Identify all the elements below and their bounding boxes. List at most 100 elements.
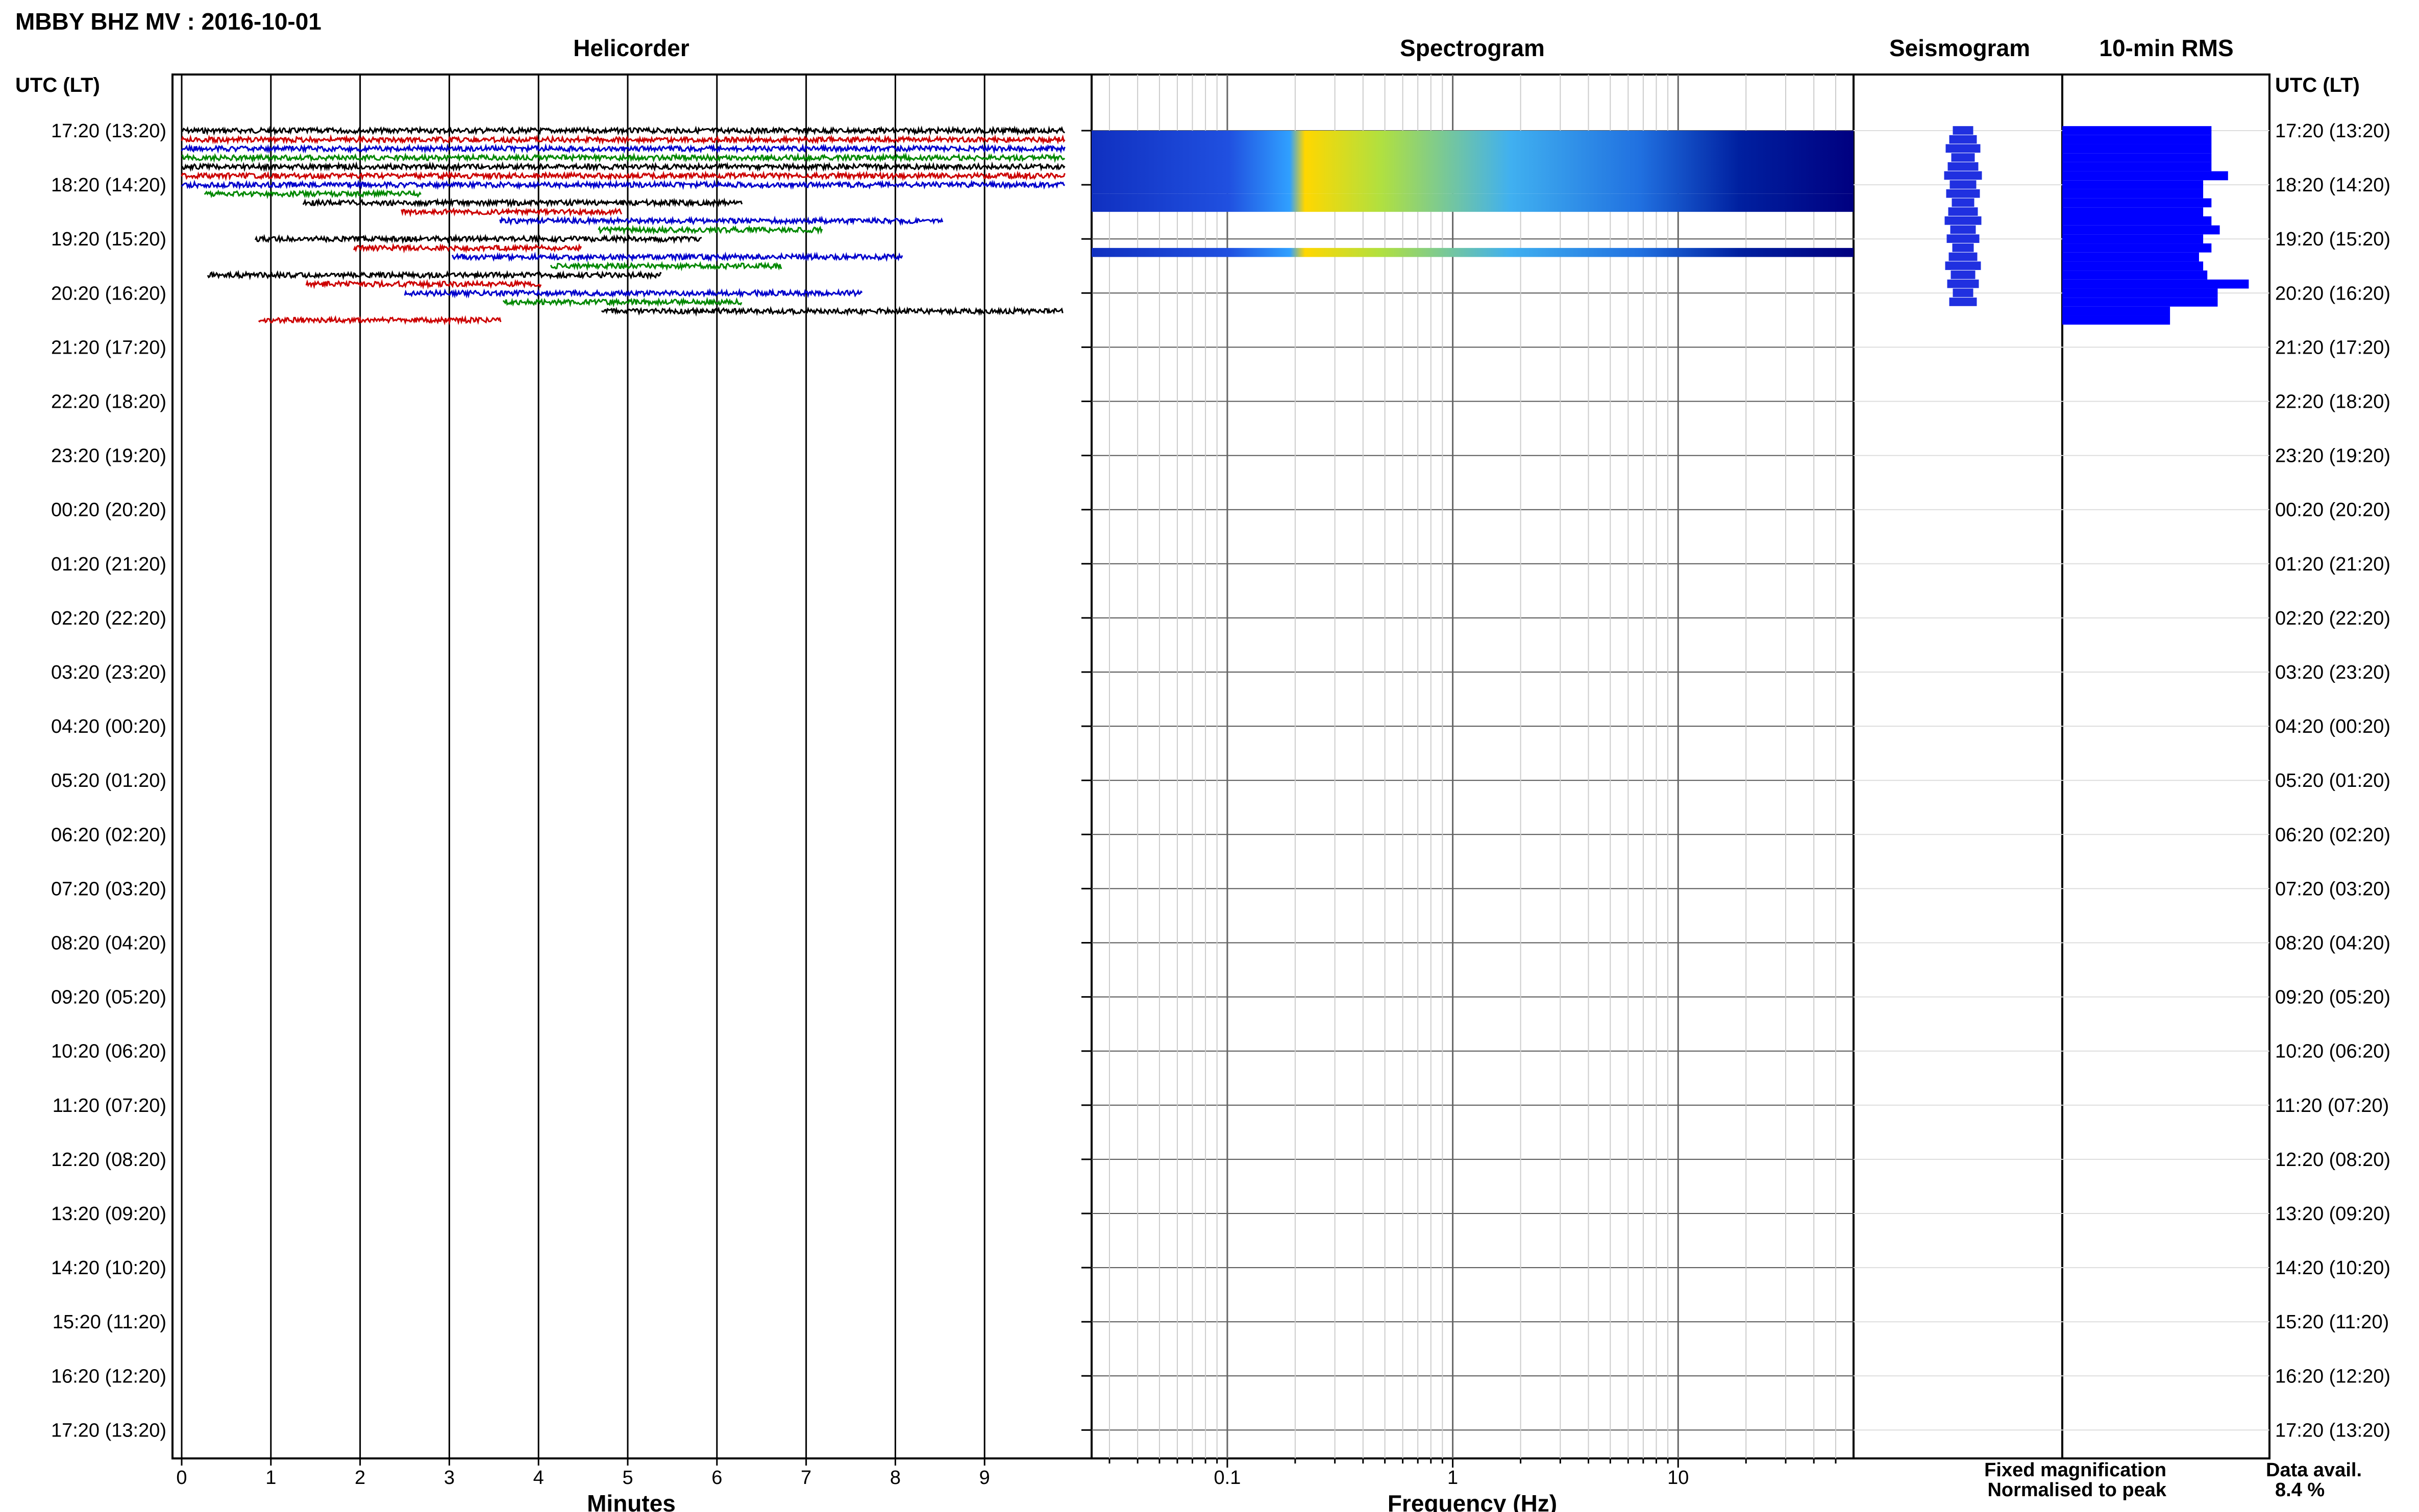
rms-bar: [2062, 252, 2199, 262]
time-label-left: 02:20 (22:20): [51, 608, 166, 629]
seismogram-segment: [1950, 225, 1976, 234]
time-label-left: 22:20 (18:20): [51, 391, 166, 413]
minute-tick-label: 7: [801, 1467, 811, 1489]
rms-bar: [2062, 315, 2170, 325]
time-label-left: 14:20 (10:20): [51, 1257, 166, 1279]
helicorder-trace-row: [181, 143, 1066, 155]
time-label-left: 17:20 (13:20): [51, 120, 166, 142]
helicorder-trace-row: [401, 207, 623, 217]
helicorder-trace-row: [598, 225, 823, 235]
seismogram-segment: [1947, 162, 1979, 171]
helicorder-trace-row: [181, 161, 1066, 172]
time-label-right: 05:20 (01:20): [2275, 770, 2390, 791]
data-avail-value: 8.4 %: [2275, 1479, 2325, 1501]
time-label-right: 16:20 (12:20): [2275, 1366, 2390, 1387]
time-label-right: 20:20 (16:20): [2275, 283, 2390, 304]
seismogram-segment: [1949, 298, 1977, 306]
helicorder-trace-row: [181, 179, 1066, 190]
time-label-right: 13:20 (09:20): [2275, 1203, 2390, 1225]
helicorder-trace-row: [302, 197, 743, 208]
time-label-right: 12:20 (08:20): [2275, 1149, 2390, 1171]
rms-bar: [2062, 198, 2212, 208]
time-label-right: 17:20 (13:20): [2275, 120, 2390, 142]
seismogram-segment: [1949, 135, 1977, 144]
time-label-left: 15:20 (11:20): [53, 1311, 166, 1333]
time-label-left: 10:20 (06:20): [51, 1041, 166, 1062]
rms-bar: [2062, 261, 2204, 271]
spectrogram-band: [1092, 193, 1854, 212]
seismogram-segment: [1946, 234, 1980, 243]
data-avail-label: Data avail.: [2266, 1459, 2362, 1481]
rms-bar: [2062, 189, 2204, 199]
time-label-right: 15:20 (11:20): [2275, 1311, 2389, 1333]
time-label-left: 16:20 (12:20): [51, 1366, 166, 1387]
minute-tick-label: 4: [533, 1467, 544, 1489]
seismogram-segment: [1945, 144, 1981, 153]
rms-bar: [2062, 144, 2212, 154]
rms-bars: [2062, 126, 2249, 325]
seismogram-title: Seismogram: [1889, 35, 2030, 61]
time-label-right: 18:20 (14:20): [2275, 175, 2390, 196]
rms-bar: [2062, 225, 2220, 235]
rms-bar: [2062, 270, 2208, 280]
freq-tick-label: 10: [1667, 1467, 1689, 1489]
time-label-left: 08:20 (04:20): [51, 933, 166, 954]
time-label-left: 17:20 (13:20): [51, 1420, 166, 1441]
seismogram-segment: [1948, 252, 1978, 261]
helicorder-trace-row: [305, 279, 542, 290]
time-label-left: 21:20 (17:20): [51, 337, 166, 358]
rms-bar: [2062, 298, 2218, 307]
spectrogram-title: Spectrogram: [1400, 35, 1545, 61]
seismogram-segment: [1951, 153, 1975, 162]
time-label-left: 20:20 (16:20): [51, 283, 166, 304]
time-label-left: 11:20 (07:20): [53, 1095, 166, 1117]
helicorder-trace-row: [353, 242, 582, 254]
time-label-right: 03:20 (23:20): [2275, 662, 2390, 683]
time-label-right: 19:20 (15:20): [2275, 229, 2390, 250]
rms-bar: [2062, 306, 2170, 316]
frequency-axis-label: Frequency (Hz): [1388, 1490, 1557, 1512]
time-label-left: 00:20 (20:20): [51, 500, 166, 521]
seismogram-segment: [1953, 288, 1973, 298]
left-time-header: UTC (LT): [15, 74, 100, 96]
rms-bar: [2062, 171, 2228, 181]
seismogram-segment: [1953, 126, 1973, 135]
seismic-dashboard-chart: MBBY BHZ MV : 2016-10-01 Helicorder Spec…: [15, 8, 2390, 1512]
legend-normalised: Normalised to peak: [1987, 1479, 2166, 1501]
time-label-right: 07:20 (03:20): [2275, 878, 2390, 900]
time-label-right: 09:20 (05:20): [2275, 987, 2390, 1008]
seismogram-segment: [1952, 243, 1974, 252]
minute-tick-label: 0: [176, 1467, 187, 1489]
time-label-right: 08:20 (04:20): [2275, 933, 2390, 954]
helicorder-traces: [181, 125, 1066, 326]
time-label-right: 01:20 (21:20): [2275, 554, 2390, 575]
time-label-right: 21:20 (17:20): [2275, 337, 2390, 358]
helicorder-trace-row: [404, 288, 863, 299]
rms-bar: [2062, 279, 2249, 289]
spectrogram-band: [1092, 131, 1854, 194]
time-label-left: 19:20 (15:20): [51, 229, 166, 250]
time-label-left: 06:20 (02:20): [51, 824, 166, 846]
seismogram-segment: [1949, 180, 1977, 189]
helicorder-trace-row: [258, 315, 502, 326]
time-label-left: 23:20 (19:20): [51, 445, 166, 467]
helicorder-trace-row: [207, 269, 662, 281]
rms-title: 10-min RMS: [2099, 35, 2233, 61]
seismogram-segment: [1952, 198, 1974, 207]
rms-bar: [2062, 153, 2212, 162]
helicorder-trace-row: [181, 170, 1066, 182]
time-label-right: 04:20 (00:20): [2275, 716, 2390, 737]
rms-bar: [2062, 216, 2212, 226]
rms-bar: [2062, 234, 2204, 244]
rms-bar: [2062, 126, 2212, 135]
helicorder-trace-row: [255, 233, 702, 244]
helicorder-title: Helicorder: [573, 35, 689, 61]
helicorder-trace-row: [550, 260, 782, 271]
rms-bar: [2062, 162, 2212, 171]
seismogram-segment: [1944, 216, 1982, 225]
time-label-left: 04:20 (00:20): [51, 716, 166, 737]
minutes-axis-label: Minutes: [587, 1490, 676, 1512]
minute-tick-label: 5: [622, 1467, 633, 1489]
helicorder-trace-row: [601, 306, 1064, 317]
time-label-left: 05:20 (01:20): [51, 770, 166, 791]
